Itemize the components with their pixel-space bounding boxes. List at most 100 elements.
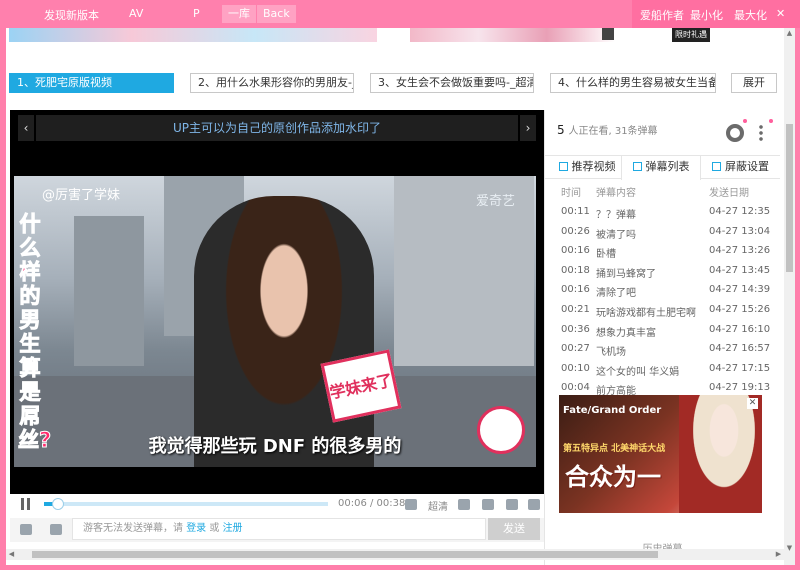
maximize-button[interactable]: 最大化 — [734, 7, 767, 23]
title-bar: 发现新版本 AV P 一库 Back 爱船作者 最小化 最大化 ✕ — [0, 0, 800, 28]
scroll-down-icon[interactable]: ▼ — [784, 543, 795, 554]
danmaku-date: 04-27 15:26 — [709, 303, 771, 315]
loop-icon[interactable] — [482, 499, 494, 510]
column-time[interactable]: 时间 — [561, 184, 581, 199]
ad-logo: Fate/Grand Order — [563, 405, 662, 416]
danmaku-date: 04-27 13:45 — [709, 264, 771, 276]
scroll-right-icon[interactable]: ▶ — [773, 549, 784, 560]
progress-knob[interactable] — [52, 498, 65, 510]
quality-selector[interactable]: 超清 — [428, 498, 448, 513]
danmaku-row[interactable]: 00:18 捅到马蜂窝了 04-27 13:45 — [545, 261, 780, 281]
episode-item-2[interactable]: 2、用什么水果形容你的男朋友-_... — [190, 73, 354, 93]
banner-tag[interactable]: 限时礼遇 > — [672, 28, 710, 53]
tab-danmaku-list[interactable]: 弹幕列表 — [621, 156, 701, 180]
close-button[interactable]: ✕ — [776, 7, 785, 20]
send-button[interactable]: 发送 — [488, 518, 540, 540]
danmaku-date: 04-27 17:15 — [709, 362, 771, 374]
danmaku-row[interactable]: 00:16 清除了吧 04-27 14:39 — [545, 280, 780, 300]
fgo-ad[interactable]: Fate/Grand Order 第五特异点 北美神话大战 合众为一 ✕ — [559, 395, 762, 513]
scroll-left-icon[interactable]: ◀ — [6, 549, 17, 560]
danmaku-row[interactable]: 00:26 被清了吗 04-27 13:04 — [545, 222, 780, 242]
danmaku-text: 清除了吧 — [596, 288, 636, 300]
scroll-thumb[interactable] — [786, 124, 793, 272]
time-display: 00:06 / 00:38 — [338, 498, 406, 509]
ad-character — [679, 395, 762, 513]
new-version-link[interactable]: 发现新版本 — [44, 7, 99, 23]
danmaku-row[interactable]: 00:21 玩啥游戏都有土肥宅啊 04-27 15:26 — [545, 300, 780, 320]
banner-ad-left[interactable] — [9, 28, 377, 42]
expand-button[interactable]: 展开 — [731, 73, 777, 93]
scroll-up-icon[interactable]: ▲ — [784, 28, 795, 39]
scroll-thumb-horizontal[interactable] — [32, 551, 658, 558]
back-button[interactable]: Back — [257, 5, 296, 23]
main-content: 限时礼遇 > 1、死肥宅原版视频 2、用什么水果形容你的男朋友-_... 3、女… — [6, 28, 795, 565]
volume-icon[interactable] — [405, 499, 417, 510]
episode-list: 1、死肥宅原版视频 2、用什么水果形容你的男朋友-_... 3、女生会不会做饭重… — [9, 73, 779, 95]
danmaku-text: 玩啥游戏都有土肥宅啊 — [596, 307, 696, 319]
danmaku-row[interactable]: 00:27 飞机场 04-27 16:57 — [545, 339, 780, 359]
viewer-text: 人正在看, 31条弹幕 — [568, 126, 658, 137]
column-content[interactable]: 弹幕内容 — [596, 184, 636, 199]
banner-ad-right[interactable] — [410, 28, 615, 42]
ad-close-icon[interactable]: ✕ — [747, 398, 758, 409]
banner-close-icon[interactable] — [602, 28, 614, 40]
av-label[interactable]: AV — [129, 7, 143, 20]
danmaku-date: 04-27 16:57 — [709, 343, 771, 355]
player-controls: 00:06 / 00:38 超清 — [10, 494, 544, 516]
danmaku-row[interactable]: 00:11 ？？弹幕 04-27 12:35 — [545, 202, 780, 222]
danmaku-date: 04-27 19:13 — [709, 382, 771, 394]
danmaku-style-icon[interactable] — [20, 524, 32, 535]
danmaku-date: 04-27 13:04 — [709, 225, 771, 237]
register-link[interactable]: 注册 — [223, 523, 243, 534]
danmaku-row[interactable]: 00:10 这个女的叫 华义娟 04-27 17:15 — [545, 359, 780, 379]
episode-item-4[interactable]: 4、什么样的男生容易被女生当备... — [550, 73, 716, 93]
episode-item-1[interactable]: 1、死肥宅原版视频 — [9, 73, 174, 93]
danmaku-text: ？？弹幕 — [596, 210, 636, 221]
notification-dot — [743, 119, 747, 123]
danmaku-text: 这个女的叫 华义娟 — [596, 366, 680, 378]
about-author-button[interactable]: 爱船作者 — [640, 7, 684, 23]
danmaku-toggle-icon[interactable] — [458, 499, 470, 510]
danmaku-settings-icon[interactable] — [50, 524, 62, 535]
danmaku-row[interactable]: 00:16 卧槽 04-27 13:26 — [545, 241, 780, 261]
tab-block-settings[interactable]: 屏蔽设置 — [703, 156, 778, 179]
column-date[interactable]: 发送日期 — [709, 184, 749, 199]
mic-text: 学妹来了 — [327, 370, 395, 403]
danmaku-time: 00:16 — [561, 245, 590, 257]
video-watermark: @厉害了学妹 — [42, 188, 121, 203]
danmaku-time: 00:21 — [561, 303, 590, 315]
progress-bar[interactable] — [44, 498, 328, 510]
video-frame[interactable]: 学妹来了 什么样的男生算是屌丝? @厉害了学妹 爱奇艺 我觉得那些玩 DNF 的… — [14, 176, 536, 467]
tab-recommended[interactable]: 推荐视频 — [553, 156, 621, 179]
danmaku-hint: 游客无法发送弹幕，请 — [83, 523, 183, 534]
danmaku-time: 00:18 — [561, 264, 590, 276]
video-player[interactable]: ‹ UP主可以为自己的原创作品添加水印了 › 学妹来了 什么样的男生算是屌丝? … — [10, 110, 544, 494]
danmaku-date: 04-27 14:39 — [709, 284, 771, 296]
first-button[interactable]: 一库 — [222, 5, 256, 23]
more-icon[interactable] — [759, 124, 763, 142]
pause-icon[interactable] — [20, 498, 32, 510]
recommend-icon — [558, 162, 568, 171]
login-link[interactable]: 登录 — [186, 523, 206, 534]
danmaku-text: 卧槽 — [596, 249, 616, 261]
side-panel: 5 人正在看, 31条弹幕 推荐视频 弹幕列表 屏蔽设置 时间 弹幕内容 发送日… — [544, 110, 780, 565]
fullscreen-icon[interactable] — [528, 499, 540, 510]
video-person — [194, 196, 374, 467]
p-label[interactable]: P — [193, 7, 200, 20]
gear-icon[interactable] — [726, 124, 744, 142]
horizontal-scrollbar[interactable]: ◀ ▶ — [6, 549, 784, 560]
danmaku-text: 飞机场 — [596, 347, 626, 359]
vertical-scrollbar[interactable]: ▲ ▼ — [784, 28, 795, 565]
ad-headline: 合众为一 — [565, 463, 661, 491]
episode-item-3[interactable]: 3、女生会不会做饭重要吗-_超清 — [370, 73, 534, 93]
prev-notice-icon[interactable]: ‹ — [18, 115, 34, 141]
danmaku-row[interactable]: 00:36 想象力真丰富 04-27 16:10 — [545, 320, 780, 340]
widescreen-icon[interactable] — [506, 499, 518, 510]
ad-subtitle: 第五特异点 北美神话大战 — [563, 444, 666, 454]
danmaku-input[interactable]: 游客无法发送弹幕，请 登录 或 注册 — [72, 518, 486, 540]
minimize-button[interactable]: 最小化 — [690, 7, 723, 23]
danmaku-date: 04-27 13:26 — [709, 245, 771, 257]
danmaku-text: 想象力真丰富 — [596, 327, 656, 339]
danmaku-text: 被清了吗 — [596, 229, 636, 241]
next-notice-icon[interactable]: › — [520, 115, 536, 141]
